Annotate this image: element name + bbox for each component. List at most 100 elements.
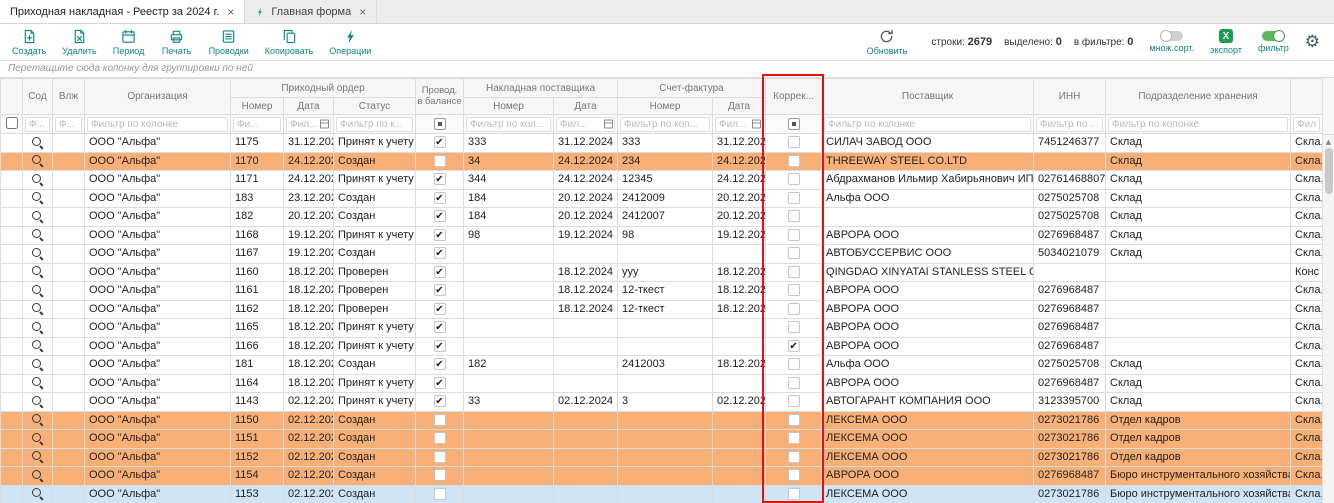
- calendar-icon[interactable]: [320, 120, 329, 129]
- magnifier-icon[interactable]: [31, 247, 44, 260]
- table-row[interactable]: ООО "Альфа" 183 23.12.2024 Создан ✔ 184 …: [1, 189, 1323, 208]
- create-button[interactable]: Создать: [4, 27, 54, 57]
- vertical-scrollbar[interactable]: ▲: [1322, 78, 1334, 503]
- magnifier-icon[interactable]: [31, 302, 44, 315]
- filter-organization[interactable]: [87, 117, 228, 132]
- magnifier-icon[interactable]: [31, 191, 44, 204]
- correction-checkbox[interactable]: [788, 432, 800, 444]
- row-select-cell[interactable]: [1, 300, 23, 319]
- posted-checkbox[interactable]: ✔: [434, 210, 446, 222]
- col-order-date[interactable]: Дата: [284, 98, 334, 115]
- magnifier-icon[interactable]: [31, 413, 44, 426]
- multisort-toggle[interactable]: множ.сорт.: [1149, 31, 1194, 53]
- correction-checkbox[interactable]: [788, 414, 800, 426]
- correction-checkbox[interactable]: [788, 451, 800, 463]
- row-open-cell[interactable]: [23, 374, 53, 393]
- tab-main-form[interactable]: Главная форма ×: [245, 0, 377, 23]
- filter-supinv-number[interactable]: [466, 117, 551, 132]
- row-open-cell[interactable]: [23, 171, 53, 190]
- magnifier-icon[interactable]: [31, 284, 44, 297]
- copy-button[interactable]: Копировать: [257, 27, 321, 57]
- filter-inn[interactable]: [1036, 117, 1103, 132]
- posted-checkbox[interactable]: ✔: [434, 395, 446, 407]
- row-select-cell[interactable]: [1, 134, 23, 153]
- row-open-cell[interactable]: [23, 189, 53, 208]
- table-row[interactable]: ООО "Альфа" 1153 02.12.2024 Создан ЛЕКСЕ…: [1, 485, 1323, 503]
- col-order-number[interactable]: Номер: [231, 98, 284, 115]
- row-open-cell[interactable]: [23, 393, 53, 412]
- posted-checkbox[interactable]: ✔: [434, 173, 446, 185]
- row-select-cell[interactable]: [1, 485, 23, 503]
- magnifier-icon[interactable]: [31, 210, 44, 223]
- row-select-cell[interactable]: [1, 337, 23, 356]
- table-row[interactable]: ООО "Альфа" 1171 24.12.2024 Принят к уче…: [1, 171, 1323, 190]
- toggle-off-icon[interactable]: [1161, 31, 1183, 41]
- settings-gear-icon[interactable]: ⚙: [1305, 34, 1320, 51]
- posted-checkbox[interactable]: ✔: [434, 340, 446, 352]
- row-open-cell[interactable]: [23, 467, 53, 486]
- row-select-cell[interactable]: [1, 393, 23, 412]
- table-row[interactable]: ООО "Альфа" 1164 18.12.2024 Принят к уче…: [1, 374, 1323, 393]
- postings-button[interactable]: Проводки: [201, 27, 257, 57]
- correction-checkbox[interactable]: ✔: [788, 340, 800, 352]
- row-select-cell[interactable]: [1, 448, 23, 467]
- row-select-cell[interactable]: [1, 245, 23, 264]
- row-select-cell[interactable]: [1, 430, 23, 449]
- row-open-cell[interactable]: [23, 448, 53, 467]
- posted-checkbox[interactable]: [434, 432, 446, 444]
- table-row[interactable]: ООО "Альфа" 1150 02.12.2024 Создан ЛЕКСЕ…: [1, 411, 1323, 430]
- table-row[interactable]: ООО "Альфа" 1166 18.12.2024 Принят к уче…: [1, 337, 1323, 356]
- posted-checkbox[interactable]: [434, 488, 446, 500]
- magnifier-icon[interactable]: [31, 469, 44, 482]
- filter-order-number[interactable]: [233, 117, 281, 132]
- row-select-cell[interactable]: [1, 263, 23, 282]
- posted-checkbox[interactable]: [434, 155, 446, 167]
- posted-checkbox[interactable]: ✔: [434, 266, 446, 278]
- row-open-cell[interactable]: [23, 134, 53, 153]
- filter-cutoff[interactable]: [1293, 117, 1320, 132]
- row-open-cell[interactable]: [23, 300, 53, 319]
- table-row[interactable]: ООО "Альфа" 1170 24.12.2024 Создан 34 24…: [1, 152, 1323, 171]
- magnifier-icon[interactable]: [31, 228, 44, 241]
- table-row[interactable]: ООО "Альфа" 1161 18.12.2024 Проверен ✔ 1…: [1, 282, 1323, 301]
- col-supplier[interactable]: Поставщик: [822, 79, 1034, 115]
- posted-checkbox[interactable]: ✔: [434, 192, 446, 204]
- table-row[interactable]: ООО "Альфа" 1151 02.12.2024 Создан ЛЕКСЕ…: [1, 430, 1323, 449]
- row-select-cell[interactable]: [1, 467, 23, 486]
- operations-button[interactable]: Операции: [321, 27, 379, 57]
- table-row[interactable]: ООО "Альфа" 1162 18.12.2024 Проверен ✔ 1…: [1, 300, 1323, 319]
- close-icon[interactable]: ×: [227, 6, 234, 18]
- table-row[interactable]: ООО "Альфа" 1168 19.12.2024 Принят к уче…: [1, 226, 1323, 245]
- correction-checkbox[interactable]: [788, 284, 800, 296]
- row-select-cell[interactable]: [1, 171, 23, 190]
- col-correction[interactable]: Коррек...: [766, 79, 822, 115]
- table-row[interactable]: ООО "Альфа" 182 20.12.2024 Создан ✔ 184 …: [1, 208, 1323, 227]
- group-by-dropzone[interactable]: Перетащите сюда колонку для группировки …: [0, 61, 1334, 78]
- correction-checkbox[interactable]: [788, 155, 800, 167]
- table-row[interactable]: ООО "Альфа" 1175 31.12.2024 Принят к уче…: [1, 134, 1323, 153]
- col-supinv-date[interactable]: Дата: [554, 98, 618, 115]
- magnifier-icon[interactable]: [31, 376, 44, 389]
- magnifier-icon[interactable]: [31, 136, 44, 149]
- magnifier-icon[interactable]: [31, 154, 44, 167]
- row-open-cell[interactable]: [23, 263, 53, 282]
- scroll-up-icon[interactable]: ▲: [1326, 135, 1331, 148]
- table-row[interactable]: ООО "Альфа" 1152 02.12.2024 Создан ЛЕКСЕ…: [1, 448, 1323, 467]
- close-icon[interactable]: ×: [359, 6, 366, 18]
- correction-checkbox[interactable]: [788, 358, 800, 370]
- magnifier-icon[interactable]: [31, 173, 44, 186]
- correction-filter-checkbox[interactable]: [788, 118, 800, 130]
- correction-checkbox[interactable]: [788, 266, 800, 278]
- magnifier-icon[interactable]: [31, 450, 44, 463]
- col-invoice-number[interactable]: Номер: [618, 98, 713, 115]
- scrollbar-thumb[interactable]: [1325, 148, 1333, 194]
- correction-checkbox[interactable]: [788, 136, 800, 148]
- row-open-cell[interactable]: [23, 226, 53, 245]
- print-button[interactable]: Печать: [153, 27, 201, 57]
- toggle-on-icon[interactable]: [1262, 31, 1284, 41]
- magnifier-icon[interactable]: [31, 339, 44, 352]
- magnifier-icon[interactable]: [31, 358, 44, 371]
- col-supinv-number[interactable]: Номер: [464, 98, 554, 115]
- refresh-button[interactable]: Обновить: [859, 27, 916, 57]
- filter-supplier[interactable]: [824, 117, 1031, 132]
